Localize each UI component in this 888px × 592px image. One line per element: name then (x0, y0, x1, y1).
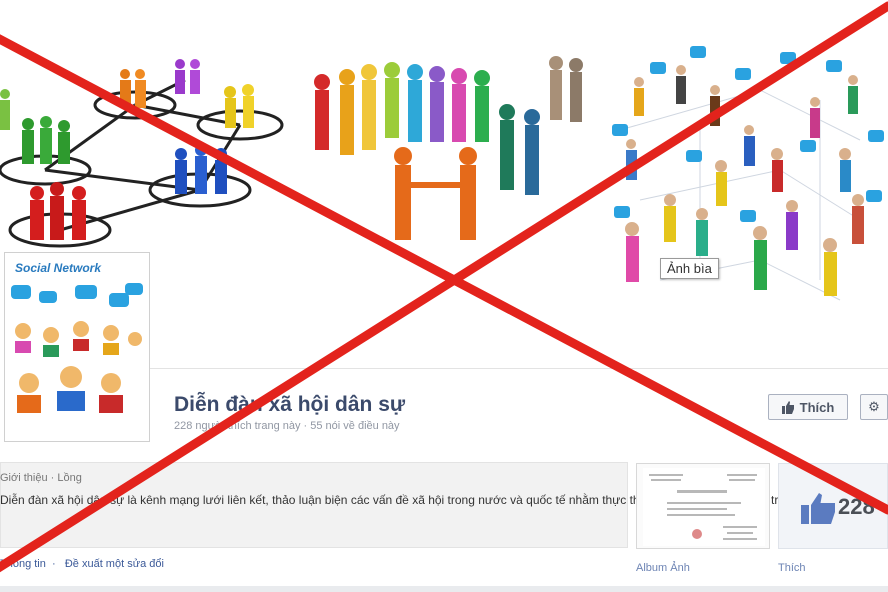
cover-photo-badge: Ảnh bìa (660, 258, 719, 279)
settings-button[interactable]: ⚙ (860, 394, 888, 420)
likes-count: 228 (838, 494, 875, 519)
profile-illustration (11, 283, 143, 413)
document-thumbnail (643, 468, 765, 546)
thumbs-up-icon (781, 400, 794, 414)
thumbs-up-icon (801, 493, 835, 524)
likes-link[interactable]: Thích (778, 562, 806, 574)
photo-album-thumbnail[interactable] (636, 463, 770, 549)
about-links: Thông tin · Đề xuất một sửa đổi (0, 558, 164, 570)
info-link[interactable]: Thông tin (0, 558, 46, 570)
gear-icon: ⚙ (868, 399, 880, 414)
page-stats: 228 người thích trang này · 55 nói về đi… (174, 420, 400, 432)
page-title[interactable]: Diễn đàn xã hội dân sự (174, 393, 405, 417)
bottom-divider (0, 586, 888, 592)
photo-album-link[interactable]: Album Ảnh (636, 562, 690, 574)
link-separator: · (48, 558, 62, 570)
suggest-edit-link[interactable]: Đề xuất một sửa đổi (65, 558, 164, 570)
like-page-button[interactable]: Thích (768, 394, 848, 420)
like-button-label: Thích (799, 399, 835, 415)
about-heading: Giới thiệu · Lồng (0, 472, 82, 484)
profile-picture[interactable]: Social Network (4, 252, 150, 442)
